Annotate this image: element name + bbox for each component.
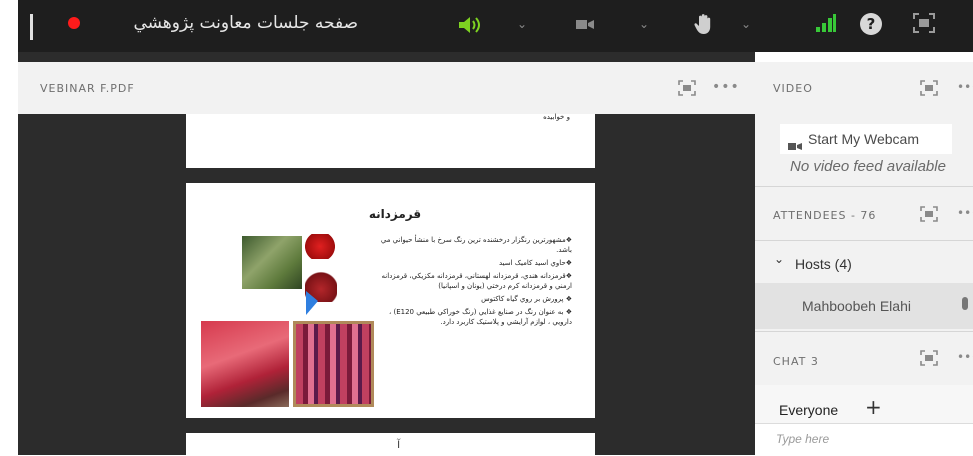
slide-image-cactus <box>242 236 302 289</box>
slide-bullet: ❖مشهورترين رنگزار درخشنده ترين رنگ سرخ ب… <box>380 236 572 254</box>
chat-pod-more-icon[interactable]: ••• <box>957 350 973 364</box>
fullscreen-icon[interactable] <box>913 13 935 33</box>
pod-divider <box>755 186 973 187</box>
chat-pod-fullscreen-icon[interactable] <box>920 350 938 366</box>
slide-image-dyed-fabrics <box>293 321 374 407</box>
hosts-group-label[interactable]: Hosts (4) <box>795 256 852 272</box>
speaker-chevron-down-icon[interactable]: ⌄ <box>515 14 529 34</box>
video-pod-fullscreen-icon[interactable] <box>920 80 938 96</box>
hosts-chevron-down-icon[interactable]: ⌄ <box>774 252 784 266</box>
chat-pod-title: CHAT 3 <box>773 355 819 368</box>
video-pod-title: VIDEO <box>773 82 813 95</box>
slide-image-yarn <box>201 321 289 407</box>
attendees-pod-more-icon[interactable]: ••• <box>957 206 973 220</box>
toolbar-divider <box>30 14 33 40</box>
webcam-icon <box>788 136 802 155</box>
slide-bullet: ❖حاوي اسيد کاميک اسيد <box>498 259 572 267</box>
signal-icon[interactable] <box>815 13 837 33</box>
start-webcam-label: Start My Webcam <box>808 131 919 147</box>
hand-chevron-down-icon[interactable]: ⌄ <box>739 14 753 34</box>
meeting-title: صفحه جلسات معاونت پژوهشي <box>133 13 358 33</box>
speaker-icon[interactable] <box>455 12 485 38</box>
cursor-pointer-icon <box>306 291 318 315</box>
attendees-pod-fullscreen-icon[interactable] <box>920 206 938 222</box>
attendee-name: Mahboobeh Elahi <box>802 298 911 314</box>
document-file-name: VEBINAR F.PDF <box>40 82 135 95</box>
slide-bullet: ❖قرمزدانه هندي، قرمزدانه لهستاني، قرمزدا… <box>381 272 572 290</box>
slide-bullet-list: ❖مشهورترين رنگزار درخشنده ترين رنگ سرخ ب… <box>372 235 572 327</box>
previous-page-text: و خوابيده <box>543 113 570 121</box>
next-page-text: آ <box>397 440 400 451</box>
microphone-icon <box>962 297 968 310</box>
slide-title: قرمزدانه <box>368 207 422 221</box>
document-page-previous <box>186 114 595 168</box>
chat-input-placeholder: Type here <box>776 432 830 446</box>
camera-icon[interactable] <box>574 13 596 35</box>
raise-hand-icon[interactable] <box>692 12 716 36</box>
pod-divider <box>755 331 973 332</box>
slide-bullet: ❖ پرورش بر روي گياه کاکتوس <box>481 295 572 303</box>
slide-bullet: ❖ به عنوان رنگ در صنايع غذايي (رنگ خوراک… <box>388 308 572 326</box>
help-icon[interactable]: ? <box>860 13 882 35</box>
share-pod-fullscreen-icon[interactable] <box>678 80 696 96</box>
share-pod-more-icon[interactable]: ••• <box>712 79 740 95</box>
slide-image-red-powder <box>303 234 337 259</box>
camera-chevron-down-icon[interactable]: ⌄ <box>637 14 651 34</box>
attendees-pod-title: ATTENDEES - 76 <box>773 209 877 222</box>
chat-recipient-tab[interactable]: Everyone <box>779 402 838 418</box>
video-pod-more-icon[interactable]: ••• <box>957 80 973 94</box>
no-video-feed-text: No video feed available <box>790 158 946 175</box>
pod-divider <box>755 240 973 241</box>
recording-indicator[interactable] <box>68 17 80 29</box>
add-chat-tab-icon[interactable]: + <box>865 395 882 419</box>
